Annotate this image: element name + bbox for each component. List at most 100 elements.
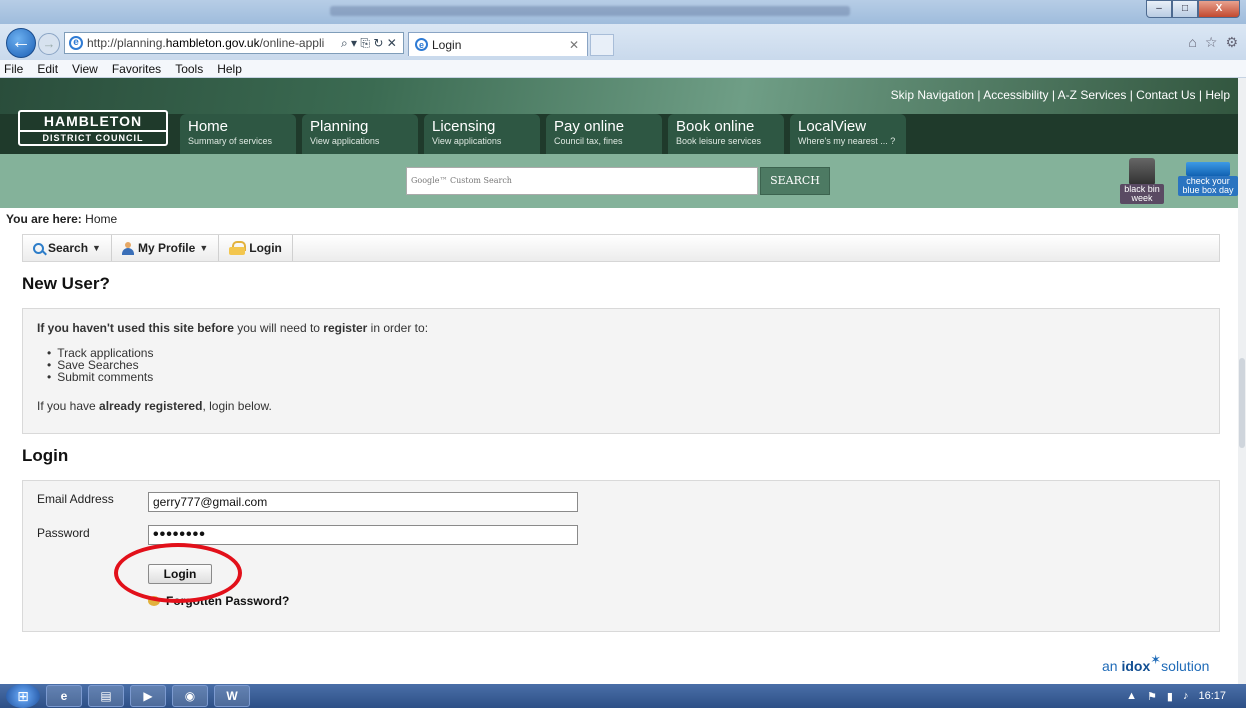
menu-tools[interactable]: Tools <box>175 62 203 76</box>
menu-file[interactable]: File <box>4 62 23 76</box>
site-search-button[interactable]: SEARCH <box>760 167 830 195</box>
back-arrow-icon[interactable]: ← <box>6 28 36 58</box>
help-link[interactable]: Help <box>1205 88 1230 102</box>
scrollbar-thumb[interactable] <box>1239 358 1245 448</box>
key-icon <box>148 596 160 606</box>
nav-tab-planning[interactable]: Planning View applications <box>302 114 418 154</box>
taskbar-word-icon[interactable]: W <box>214 685 250 707</box>
start-button[interactable]: ⊞ <box>6 684 40 708</box>
new-user-heading: New User? <box>22 274 110 293</box>
idox-star-icon: ✶ <box>1150 652 1162 667</box>
register-link: register <box>323 321 368 335</box>
page-scrollbar[interactable] <box>1238 78 1246 684</box>
nav-tab-subtitle: Summary of services <box>188 136 273 146</box>
already-registered-text: If you have already registered, login be… <box>37 399 272 413</box>
blue-box-icon <box>1186 162 1230 176</box>
forward-arrow-icon[interactable]: → <box>38 33 60 55</box>
planning-toolbar: Search ▼ My Profile ▼ Login <box>22 234 1220 262</box>
login-button[interactable]: Login <box>148 564 212 584</box>
login-heading: Login <box>22 446 69 465</box>
nav-tab-subtitle: Book leisure services <box>676 136 762 146</box>
nav-tab-localview[interactable]: LocalView Where's my nearest ... ? <box>790 114 906 154</box>
skip-links: Skip Navigation | Accessibility | A-Z Se… <box>890 88 1230 102</box>
search-icon <box>33 242 44 254</box>
address-url[interactable]: http://planning.hambleton.gov.uk/online-… <box>87 36 337 50</box>
browser-address-row: ← → e http://planning.hambleton.gov.uk/o… <box>0 24 1246 60</box>
benefits-list: Track applications Save Searches Submit … <box>47 347 1205 383</box>
list-item: Track applications <box>47 347 1205 359</box>
clock[interactable]: 16:17 <box>1198 690 1226 702</box>
menu-edit[interactable]: Edit <box>37 62 58 76</box>
box-widget-label: check your blue box day <box>1178 176 1238 196</box>
tray-arrow-icon[interactable]: ▲ <box>1126 690 1137 702</box>
browser-menu-bar: File Edit View Favorites Tools Help <box>0 60 1246 78</box>
nav-tab-subtitle: View applications <box>432 136 502 146</box>
minimize-button[interactable]: – <box>1146 0 1172 18</box>
taskbar-ie-icon[interactable]: e <box>46 685 82 707</box>
hambleton-logo[interactable]: HAMBLETON DISTRICT COUNCIL <box>18 110 168 146</box>
password-field[interactable]: •••••••• <box>148 525 578 545</box>
nav-tab-pay-online[interactable]: Pay online Council tax, fines <box>546 114 662 154</box>
search-menu-button[interactable]: Search ▼ <box>23 235 112 261</box>
blue-box-day-widget[interactable]: check your blue box day <box>1178 162 1238 202</box>
menu-help[interactable]: Help <box>217 62 242 76</box>
tab-title: Login <box>432 37 462 52</box>
black-bin-week-widget[interactable]: black bin week <box>1120 158 1164 204</box>
contact-us-link[interactable]: Contact Us <box>1136 88 1195 102</box>
email-label: Email Address <box>37 492 114 506</box>
flag-icon[interactable]: ⚑ <box>1147 690 1157 703</box>
window-title-blurred <box>330 6 850 16</box>
ie-logo-icon: e <box>415 38 428 51</box>
browser-tab-login[interactable]: e Login ✕ <box>408 32 588 56</box>
breadcrumb-home[interactable]: Home <box>85 212 117 226</box>
nav-tab-home[interactable]: Home Summary of services <box>180 114 296 154</box>
email-field[interactable] <box>148 492 578 512</box>
nav-tab-title: Planning <box>310 118 369 135</box>
menu-favorites[interactable]: Favorites <box>112 62 161 76</box>
nav-tab-title: Home <box>188 118 229 135</box>
nav-tab-licensing[interactable]: Licensing View applications <box>424 114 540 154</box>
forgotten-password-link[interactable]: Forgotten Password? <box>148 594 289 608</box>
site-search-input[interactable]: Google™ Custom Search <box>406 167 758 195</box>
my-profile-label: My Profile <box>137 241 196 255</box>
list-item: Submit comments <box>47 371 1205 383</box>
user-icon <box>121 241 134 255</box>
a-z-services-link[interactable]: A-Z Services <box>1058 88 1127 102</box>
breadcrumb: You are here: Home <box>6 212 117 226</box>
address-actions-icon[interactable]: ⌕ ▾ ⎘ ↻ ✕ <box>341 36 397 51</box>
browser-tool-icons: ⌂ ☆ ⚙ <box>1188 34 1238 51</box>
signal-icon[interactable]: ▮ <box>1167 690 1173 703</box>
home-icon[interactable]: ⌂ <box>1188 34 1196 51</box>
new-tab-button[interactable] <box>590 34 614 56</box>
wheelie-bin-icon <box>1129 158 1155 184</box>
taskbar-media-icon[interactable]: ▶ <box>130 685 166 707</box>
taskbar-app-icon[interactable]: ◉ <box>172 685 208 707</box>
maximize-button[interactable]: □ <box>1172 0 1198 18</box>
password-label: Password <box>37 526 90 540</box>
register-intro: If you haven't used this site before you… <box>37 321 429 335</box>
menu-view[interactable]: View <box>72 62 98 76</box>
windows-taskbar: ⊞ e ▤ ▶ ◉ W ▲ ⚑ ▮ ♪ 16:17 <box>0 684 1246 708</box>
taskbar-explorer-icon[interactable]: ▤ <box>88 685 124 707</box>
skip-navigation-link[interactable]: Skip Navigation <box>891 88 974 102</box>
close-tab-icon[interactable]: ✕ <box>569 38 579 52</box>
chevron-down-icon: ▼ <box>92 243 101 253</box>
chevron-down-icon: ▼ <box>199 243 209 253</box>
favorites-star-icon[interactable]: ☆ <box>1205 34 1218 51</box>
main-nav: Home Summary of services Planning View a… <box>180 114 906 154</box>
window-controls: – □ X <box>1146 0 1240 18</box>
volume-icon[interactable]: ♪ <box>1183 690 1189 702</box>
system-tray: ▲ ⚑ ▮ ♪ 16:17 <box>1126 690 1246 703</box>
ie-logo-icon: e <box>69 36 83 50</box>
nav-tab-book-online[interactable]: Book online Book leisure services <box>668 114 784 154</box>
nav-tab-title: LocalView <box>798 118 867 135</box>
my-profile-menu-button[interactable]: My Profile ▼ <box>112 235 220 261</box>
forgotten-password-label: Forgotten Password? <box>166 594 290 608</box>
logo-line-1: HAMBLETON <box>43 113 143 129</box>
address-bar[interactable]: e http://planning.hambleton.gov.uk/onlin… <box>64 32 404 54</box>
bin-widget-label: black bin week <box>1120 184 1164 204</box>
toolbar-login-button[interactable]: Login <box>219 235 293 261</box>
gear-icon[interactable]: ⚙ <box>1225 34 1238 51</box>
accessibility-link[interactable]: Accessibility <box>983 88 1048 102</box>
close-window-button[interactable]: X <box>1198 0 1240 18</box>
